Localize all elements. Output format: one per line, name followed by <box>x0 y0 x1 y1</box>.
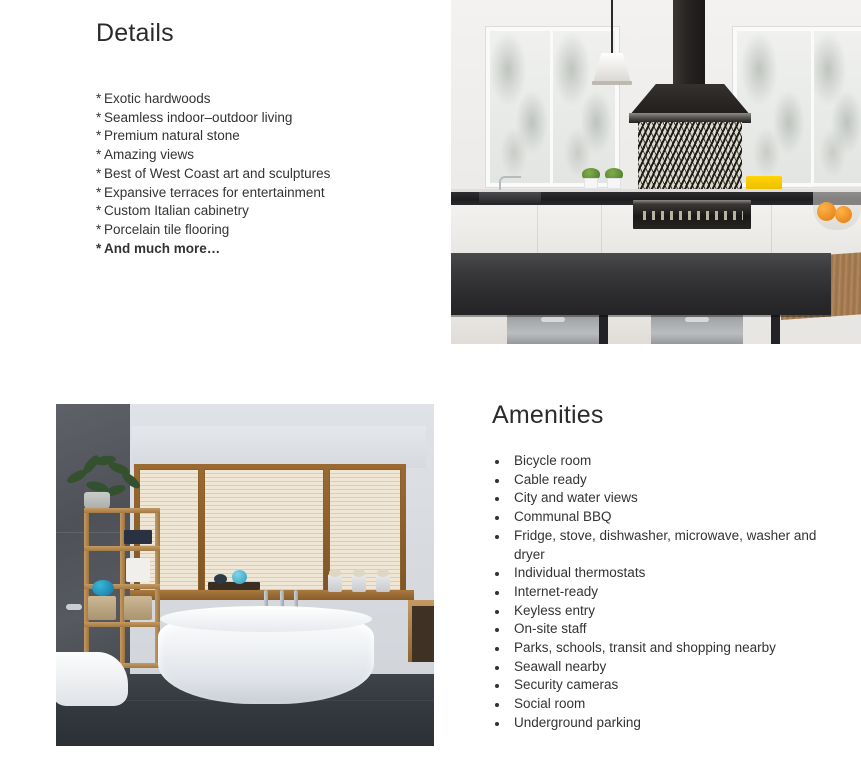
window-pane <box>813 31 861 183</box>
range-hood-duct <box>673 0 705 86</box>
orange-fruit <box>835 206 852 223</box>
bar-stool <box>507 310 599 344</box>
window-blind <box>204 469 324 591</box>
amenities-text-column: Amenities Bicycle room Cable ready City … <box>492 390 832 733</box>
details-item-label: Amazing views <box>104 147 195 163</box>
asterisk-marker: * <box>96 128 102 144</box>
asterisk-marker: * <box>96 91 102 106</box>
asterisk-marker: * <box>96 109 102 125</box>
shelf-board <box>84 508 160 513</box>
kitchen-photo <box>451 0 861 344</box>
details-list-item: * Custom Italian cabinetry <box>96 202 436 221</box>
shelf-board <box>84 622 160 627</box>
window-pane <box>490 31 553 183</box>
list-item: Security cameras <box>509 676 832 695</box>
potted-plant <box>605 167 623 189</box>
storage-basket <box>124 596 152 620</box>
details-item-label: Seamless indoor–outdoor living <box>104 109 293 125</box>
ceiling-soffit <box>132 426 426 468</box>
folded-towel <box>124 530 152 544</box>
details-list-item: * Best of West Coast art and sculptures <box>96 165 436 184</box>
list-item: Underground parking <box>509 714 832 733</box>
list-item: Keyless entry <box>509 602 832 621</box>
list-item: City and water views <box>509 489 832 508</box>
details-item-label: Custom Italian cabinetry <box>104 203 249 219</box>
island-leg <box>599 312 608 344</box>
pendant-light-rim <box>592 81 632 85</box>
list-item: Parks, schools, transit and shopping nea… <box>509 639 832 658</box>
range-control-knobs <box>641 211 743 220</box>
bath-tray <box>208 582 260 590</box>
window-pane <box>737 31 814 183</box>
list-item: Fridge, stove, dishwasher, microwave, wa… <box>509 527 832 564</box>
kitchen-island <box>451 253 831 315</box>
blue-decor-ball <box>232 570 247 584</box>
details-item-label: Best of West Coast art and sculptures <box>104 165 331 181</box>
candle-jar <box>328 569 342 592</box>
plant-pot <box>607 178 621 189</box>
shelf-box <box>126 558 150 582</box>
island-leg <box>771 312 780 344</box>
bathroom-photo <box>56 404 434 746</box>
blue-decor-ball <box>92 580 114 596</box>
shower-valve <box>66 604 82 610</box>
asterisk-marker: * <box>96 184 102 200</box>
list-item: Bicycle room <box>509 452 832 471</box>
details-item-label: Expansive terraces for entertainment <box>104 184 325 200</box>
details-list-item: * Expansive terraces for entertainment <box>96 184 436 203</box>
list-item: Seawall nearby <box>509 658 832 677</box>
asterisk-marker: * <box>96 240 102 256</box>
plant-pot <box>584 178 598 189</box>
list-item: Communal BBQ <box>509 508 832 527</box>
orange-fruit <box>817 202 836 221</box>
shelf-board <box>84 546 160 551</box>
kitchen-window-left <box>486 27 619 187</box>
details-item-label: Exotic hardwoods <box>104 91 211 106</box>
bidet-fixture <box>56 652 128 706</box>
kitchen-faucet <box>499 176 521 190</box>
fruit-bowl <box>813 186 861 230</box>
details-list: * Exotic hardwoods * Seamless indoor–outdo… <box>96 90 436 258</box>
asterisk-marker: * <box>96 147 102 163</box>
amenities-heading: Amenities <box>492 401 604 429</box>
details-text-column: Details * Exotic hardwoods * Seamless indo… <box>96 0 436 344</box>
details-list-item: * Premium natural stone <box>96 127 436 146</box>
bathtub-rim <box>160 606 372 632</box>
asterisk-marker: * <box>96 165 102 181</box>
details-list-item: * Porcelain tile flooring <box>96 221 436 240</box>
details-list-item: * Amazing views <box>96 146 436 165</box>
candle-jar <box>376 569 390 592</box>
details-heading: Details <box>96 19 174 47</box>
kitchen-sink <box>479 192 541 203</box>
storage-basket <box>88 596 116 620</box>
pendant-light-cord <box>611 0 613 55</box>
asterisk-marker: * <box>96 221 102 237</box>
list-item: Individual thermostats <box>509 564 832 583</box>
list-item: Social room <box>509 695 832 714</box>
dark-decor-ball <box>214 574 227 584</box>
bar-stool <box>651 310 743 344</box>
details-list-item: * Exotic hardwoods <box>96 90 436 109</box>
details-list-item: * And much more… <box>96 240 436 259</box>
details-item-label: Porcelain tile flooring <box>104 221 230 237</box>
amenities-list: Bicycle room Cable ready City and water … <box>492 452 832 733</box>
list-item: Internet-ready <box>509 583 832 602</box>
asterisk-marker: * <box>96 203 102 219</box>
potted-plant <box>582 167 600 189</box>
details-item-label: Premium natural stone <box>104 128 240 144</box>
details-section: Details * Exotic hardwoods * Seamless indo… <box>0 0 861 344</box>
list-item: On-site staff <box>509 620 832 639</box>
candle-jar <box>352 569 366 592</box>
wooden-bench <box>408 600 434 662</box>
details-item-label: And much more… <box>104 240 221 256</box>
bathroom-window-sill <box>130 590 414 600</box>
kitchen-window-right <box>733 27 861 187</box>
list-item: Cable ready <box>509 471 832 490</box>
details-list-item: * Seamless indoor–outdoor living <box>96 109 436 128</box>
amenities-section: Amenities Bicycle room Cable ready City … <box>0 390 861 762</box>
